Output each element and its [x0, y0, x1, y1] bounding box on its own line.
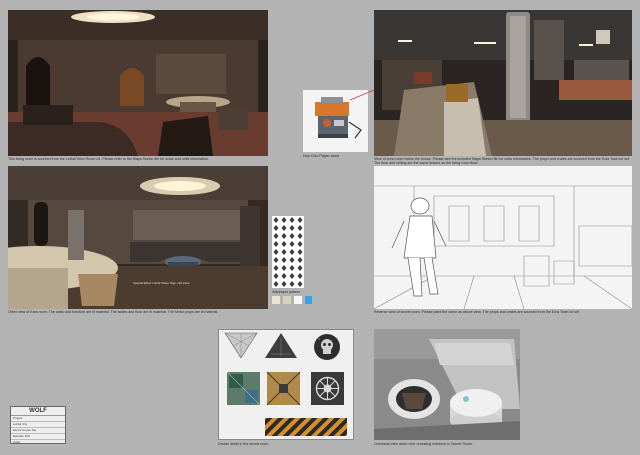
ezra-room-render: Special Effect Lothal Tower Sign, Hot Fl…	[8, 166, 268, 309]
ezra-room-caption: Other view of Ezra room. The walls and f…	[8, 310, 219, 314]
decals-caption: Decals detail in the secret room.	[218, 442, 270, 446]
hazard-stripe-icon	[265, 418, 347, 436]
sign-note: Special Effect Lothal Tower Sign, Hot Fl…	[133, 281, 190, 285]
living-room-caption: This living room is sourced from the Lot…	[8, 157, 210, 161]
line-art-caption: Reverse view of secret room. Please pain…	[374, 310, 581, 314]
living-room-render	[8, 10, 268, 156]
overhead-secret-room-render	[374, 329, 520, 440]
swatch-4	[305, 296, 312, 304]
imperial-emblem-crate-icon	[311, 372, 344, 405]
wallpaper-caption: Wallpaper pattern	[272, 290, 301, 294]
swatch-2	[283, 296, 291, 304]
crate-orange-icon	[266, 371, 301, 406]
crew-room-render	[374, 10, 632, 156]
secret-room-line-art	[374, 166, 632, 309]
crew-room-caption: View of crew room below the house. Pleas…	[374, 157, 629, 166]
holo-disc-caption: Holo Disc Player asset	[303, 154, 340, 158]
connector-lines	[349, 89, 375, 101]
crate-green-icon	[226, 371, 261, 406]
decals-sheet	[218, 329, 354, 440]
title-block-row: Artist	[11, 440, 65, 446]
studio-logo: WOLF	[11, 407, 65, 416]
swatch-3	[294, 296, 302, 304]
skull-emblem-icon	[314, 334, 340, 360]
title-block: WOLF Project Lothal City Ezra's House Se…	[10, 406, 66, 446]
wallpaper-pattern-tile	[272, 216, 304, 288]
color-swatches	[272, 296, 312, 304]
swatch-1	[272, 296, 280, 304]
wallpaper-pattern-icon	[272, 216, 304, 288]
overhead-caption: Overhead view down over revealing entran…	[374, 442, 474, 446]
